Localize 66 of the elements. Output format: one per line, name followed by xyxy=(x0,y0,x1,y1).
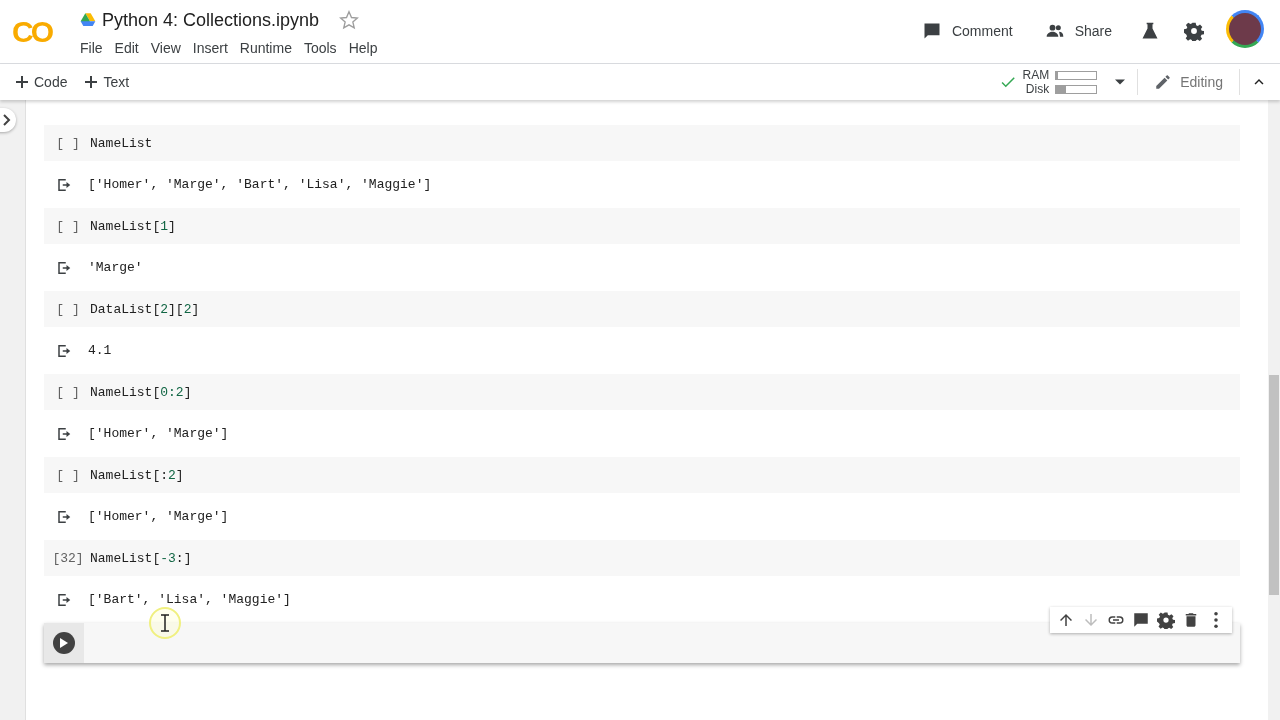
code-cell[interactable]: [ ] DataList[2][2] xyxy=(44,291,1240,327)
cell-output: ['Bart', 'Lisa', 'Maggie'] xyxy=(88,592,291,607)
comment-icon xyxy=(921,21,942,41)
text-cursor-icon xyxy=(149,607,181,639)
comment-button[interactable]: Comment xyxy=(915,17,1019,45)
cell-output: ['Homer', 'Marge', 'Bart', 'Lisa', 'Maggie'] xyxy=(88,177,432,192)
code-line: NameList xyxy=(90,135,153,151)
code-cell[interactable]: [ ] NameList[:2] xyxy=(44,457,1240,493)
pencil-icon xyxy=(1154,73,1173,91)
menu-item[interactable]: Runtime xyxy=(233,38,298,58)
gear-icon xyxy=(1157,611,1175,629)
comment-icon xyxy=(1132,611,1150,629)
resources-button[interactable]: RAM Disk xyxy=(994,65,1130,99)
cell-output: ['Homer', 'Marge'] xyxy=(88,426,229,441)
play-icon xyxy=(60,638,68,648)
cell-output: ['Homer', 'Marge'] xyxy=(88,509,229,524)
execution-count: [ ] xyxy=(55,467,81,483)
cell-output: 4.1 xyxy=(88,343,112,358)
execution-count: [ ] xyxy=(55,301,81,317)
menu-item[interactable]: Edit xyxy=(108,38,145,58)
menu-item[interactable]: View xyxy=(144,38,187,58)
scrollbar[interactable] xyxy=(1268,100,1280,720)
notebook-title[interactable]: Python 4: Collections.ipynb xyxy=(102,9,320,31)
share-button[interactable]: Share xyxy=(1038,17,1118,45)
menu-item[interactable]: Insert xyxy=(186,38,234,58)
menu-item[interactable]: Help xyxy=(342,38,384,58)
code-line: NameList[1] xyxy=(90,218,176,234)
arrow-down-icon xyxy=(1082,611,1100,629)
dropdown-caret-icon xyxy=(1115,79,1126,85)
cell-output: 'Marge' xyxy=(88,260,143,275)
code-line: NameList[0:2] xyxy=(90,384,192,400)
empty-code-cell[interactable] xyxy=(44,623,1240,663)
code-cell[interactable]: [ ] NameList xyxy=(44,125,1240,161)
add-cell-button[interactable]: Code xyxy=(10,70,74,94)
execution-count: [ ] xyxy=(55,384,81,400)
menu-item[interactable]: File xyxy=(74,38,109,58)
star-icon xyxy=(339,10,360,30)
comment-button[interactable] xyxy=(1131,610,1151,630)
execution-count: [32] xyxy=(51,550,85,566)
add-cell-button[interactable]: Text xyxy=(79,70,136,94)
plus-icon xyxy=(16,76,28,88)
flask-icon xyxy=(1140,21,1160,41)
ram-label: RAM xyxy=(1022,68,1050,82)
user-avatar[interactable] xyxy=(1226,10,1264,48)
plus-icon xyxy=(85,76,98,88)
colab-logo: CO xyxy=(12,14,53,50)
drive-icon xyxy=(80,12,96,28)
star-button[interactable] xyxy=(337,8,362,32)
code-line: NameList[-3:] xyxy=(90,550,192,566)
menu-item[interactable]: Tools xyxy=(297,38,343,58)
disk-label: Disk xyxy=(1025,82,1050,96)
execution-count: [ ] xyxy=(55,218,81,234)
code-cell[interactable]: [ ] NameList[1] xyxy=(44,208,1240,244)
run-button[interactable] xyxy=(53,632,75,654)
scrollbar-thumb[interactable] xyxy=(1269,375,1279,595)
code-cell[interactable]: [ ] NameList[0:2] xyxy=(44,374,1240,410)
gear-icon xyxy=(1184,21,1204,41)
code-line: DataList[2][2] xyxy=(90,301,200,317)
code-cell[interactable]: [32] NameList[-3:] xyxy=(44,540,1240,576)
expand-sidebar-button[interactable] xyxy=(0,108,16,132)
execution-count: [ ] xyxy=(55,135,81,151)
code-line: NameList[:2] xyxy=(90,467,184,483)
settings-button[interactable] xyxy=(1156,610,1176,630)
more-icon xyxy=(1214,612,1218,628)
chevron-right-icon xyxy=(2,114,12,126)
editing-mode-button[interactable]: Editing xyxy=(1146,69,1231,95)
